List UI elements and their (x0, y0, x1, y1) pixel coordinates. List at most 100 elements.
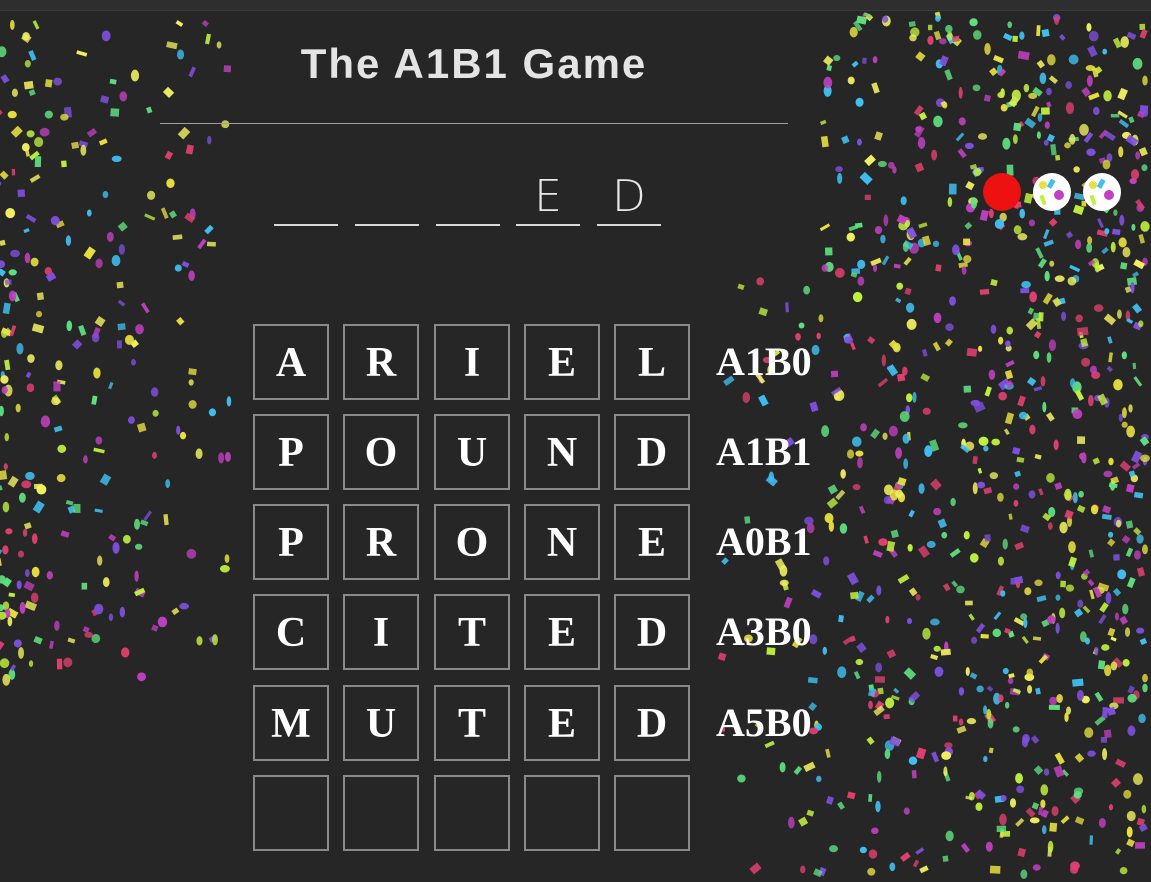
confetti-piece (889, 862, 896, 872)
confetti-piece (872, 549, 883, 558)
confetti-piece (893, 687, 900, 694)
confetti-piece (1141, 804, 1147, 814)
confetti-piece (1040, 799, 1046, 809)
confetti-piece (970, 399, 981, 407)
confetti-piece (871, 827, 879, 835)
confetti-piece (1130, 281, 1135, 294)
confetti-piece (1040, 784, 1049, 796)
confetti-piece (1009, 798, 1017, 808)
confetti-piece (32, 500, 45, 514)
confetti-piece (1023, 617, 1028, 629)
confetti-piece (54, 620, 60, 631)
confetti-piece (91, 395, 98, 405)
confetti-piece (127, 416, 135, 424)
confetti-piece (851, 436, 862, 447)
confetti-piece (207, 135, 212, 145)
confetti-piece (1048, 704, 1060, 710)
confetti-piece (1064, 142, 1071, 149)
confetti-piece (965, 180, 975, 191)
confetti-piece (985, 841, 993, 852)
confetti-piece (135, 323, 144, 335)
confetti-piece (888, 425, 898, 437)
confetti-piece (1079, 631, 1087, 643)
confetti-piece (876, 585, 882, 596)
confetti-piece (151, 624, 159, 632)
confetti-piece (986, 685, 994, 692)
confetti-piece (1117, 309, 1122, 319)
confetti-piece (134, 518, 141, 530)
confetti-piece (8, 290, 17, 302)
hint-slot (436, 168, 500, 226)
confetti-piece (821, 264, 829, 272)
confetti-piece (0, 260, 6, 269)
confetti-piece (118, 244, 125, 255)
confetti-piece (140, 302, 150, 314)
confetti-piece (111, 254, 121, 267)
confetti-piece (1060, 580, 1066, 588)
confetti-piece (176, 317, 185, 326)
confetti-piece (1034, 579, 1043, 587)
confetti-piece (1033, 765, 1044, 775)
confetti-piece (1012, 35, 1018, 42)
confetti-piece (1041, 825, 1047, 835)
confetti-piece (93, 447, 105, 454)
confetti-piece (1118, 237, 1127, 248)
confetti-piece (1110, 113, 1120, 118)
confetti-piece (1133, 376, 1143, 387)
confetti-piece (993, 55, 1004, 64)
confetti-piece (823, 76, 833, 89)
letter-cell: R (343, 324, 419, 400)
letter-cell: I (434, 324, 510, 400)
confetti-piece (1139, 28, 1148, 39)
confetti-piece (10, 249, 21, 258)
confetti-piece (972, 482, 978, 495)
confetti-piece (1127, 725, 1136, 737)
confetti-piece (914, 162, 925, 173)
confetti-piece (25, 213, 37, 223)
confetti-piece (24, 569, 30, 577)
confetti-piece (917, 545, 930, 559)
confetti-piece (108, 613, 114, 622)
confetti-piece (866, 736, 875, 745)
confetti-piece (1048, 75, 1058, 85)
confetti-piece (872, 264, 878, 272)
confetti-piece (895, 297, 902, 304)
confetti-piece (1014, 470, 1022, 478)
confetti-piece (854, 222, 863, 229)
confetti-piece (1004, 701, 1010, 709)
confetti-piece (211, 634, 218, 646)
confetti-piece (846, 572, 859, 586)
confetti-piece (1122, 659, 1130, 667)
confetti-piece (1142, 544, 1148, 555)
confetti-piece (8, 269, 17, 276)
confetti-piece (186, 548, 197, 559)
confetti-piece (1034, 453, 1042, 460)
confetti-piece (1068, 54, 1079, 65)
confetti-piece (1099, 602, 1109, 613)
hint-slot: E (516, 168, 580, 226)
confetti-piece (219, 565, 230, 573)
confetti-piece (885, 615, 890, 624)
confetti-piece (1110, 661, 1118, 671)
confetti-piece (958, 687, 965, 696)
confetti-piece (1000, 88, 1005, 98)
confetti-piece (998, 694, 1004, 703)
confetti-piece (32, 20, 40, 30)
confetti-piece (3, 463, 8, 470)
confetti-piece (859, 846, 867, 854)
confetti-piece (29, 174, 41, 183)
confetti-piece (1126, 577, 1136, 589)
confetti-piece (1020, 869, 1028, 879)
confetti-piece (834, 267, 845, 278)
confetti-piece (878, 538, 888, 546)
confetti-piece (1105, 592, 1112, 604)
confetti-piece (93, 367, 101, 379)
confetti-piece (987, 718, 994, 729)
confetti-piece (991, 438, 1001, 446)
confetti-piece (110, 108, 120, 117)
confetti-piece (1098, 817, 1106, 828)
confetti-piece (963, 255, 972, 264)
confetti-piece (1046, 473, 1055, 483)
confetti-piece (956, 725, 967, 734)
confetti-piece (95, 258, 103, 269)
